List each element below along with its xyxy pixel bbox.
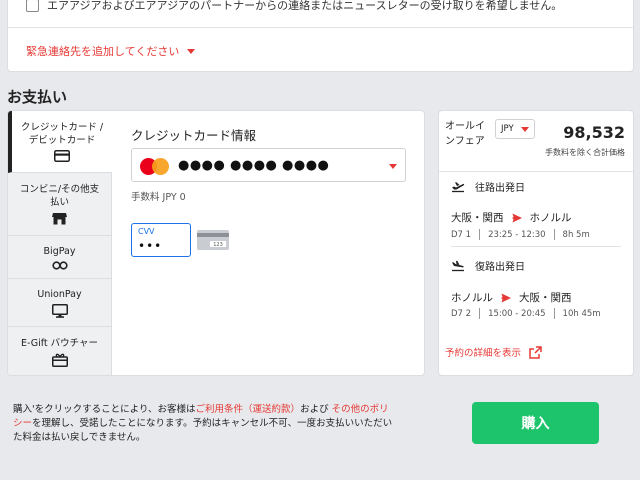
mastercard-icon bbox=[140, 158, 170, 175]
return-route: ホノルル 大阪・関西 bbox=[451, 290, 572, 305]
total-price-note: 手数料を除く合計価格 bbox=[545, 148, 625, 157]
tab-label: UnionPay bbox=[37, 288, 82, 300]
payment-section-title: お支払い bbox=[7, 88, 68, 106]
return-label: 復路出発日 bbox=[475, 262, 525, 273]
terms-prefix: 購入'をクリックすることにより、お客様は bbox=[13, 404, 196, 415]
flight-duration: 10h 45m bbox=[562, 308, 601, 319]
masked-card-number: ●●●● ●●●● ●●●● bbox=[178, 158, 330, 173]
divider bbox=[8, 27, 633, 28]
divider bbox=[439, 171, 633, 172]
currency-value: JPY bbox=[501, 124, 514, 134]
plane-icon bbox=[501, 293, 511, 302]
tab-label: E-Gift バウチャー bbox=[20, 338, 99, 349]
tab-credit-card[interactable]: クレジットカード / デビットカード bbox=[8, 111, 112, 173]
tab-bigpay[interactable]: BigPay bbox=[8, 236, 112, 279]
chevron-down-icon bbox=[389, 164, 397, 169]
details-link-label: 予約の詳細を表示 bbox=[445, 348, 522, 359]
flight-number: D7 2 bbox=[451, 308, 472, 319]
cvv-value: ••• bbox=[138, 239, 163, 253]
cvv-hint-card-icon: 123 bbox=[197, 230, 229, 250]
payment-method-tabs: クレジットカード / デビットカード コンビニ/その他支払い BigPay Un… bbox=[8, 111, 112, 375]
credit-card-info-title: クレジットカード情報 bbox=[131, 128, 257, 143]
destination: ホノルル bbox=[529, 212, 572, 224]
divider bbox=[451, 246, 621, 247]
emergency-contact-label: 緊急連絡先を追加してください bbox=[26, 45, 180, 58]
chevron-down-icon bbox=[521, 127, 529, 132]
monitor-icon bbox=[51, 303, 68, 318]
destination: 大阪・関西 bbox=[519, 292, 572, 304]
outbound-heading: 往路出発日 bbox=[451, 179, 525, 194]
newsletter-label: エアアジアおよびエアアジアのパートナーからの連絡またはニュースレターの受け取りを… bbox=[47, 0, 563, 12]
total-price: 98,532 bbox=[563, 123, 625, 142]
card-fee: 手数料 JPY 0 bbox=[131, 192, 186, 203]
terms-notice: 購入'をクリックすることにより、お客様はご利用条件（運送約款）および その他のポ… bbox=[13, 403, 393, 445]
newsletter-opt-out-row[interactable]: エアアジアおよびエアアジアのパートナーからの連絡またはニュースレターの受け取りを… bbox=[26, 0, 562, 13]
contact-card: エアアジアおよびエアアジアのパートナーからの連絡またはニュースレターの受け取りを… bbox=[7, 0, 634, 72]
flight-duration: 8h 5m bbox=[562, 229, 590, 240]
buy-button[interactable]: 購入 bbox=[472, 402, 599, 444]
saved-card-select[interactable]: ●●●● ●●●● ●●●● bbox=[131, 148, 406, 182]
currency-select[interactable]: JPY bbox=[495, 119, 535, 139]
terms-mid: および bbox=[300, 404, 329, 415]
tab-unionpay[interactable]: UnionPay bbox=[8, 279, 112, 327]
external-link-icon bbox=[529, 345, 542, 359]
tab-egift-voucher[interactable]: E-Gift バウチャー bbox=[8, 327, 112, 375]
plane-icon bbox=[511, 213, 522, 222]
fare-summary-card: オールインフェア JPY 98,532 手数料を除く合計価格 往路出発日 大阪・… bbox=[438, 110, 634, 376]
view-booking-details-link[interactable]: 予約の詳細を表示 bbox=[445, 345, 542, 359]
bigpay-icon bbox=[51, 260, 68, 270]
departure-plane-icon bbox=[452, 181, 465, 192]
tab-label: クレジットカード / デビットカード bbox=[20, 122, 104, 146]
svg-text:123: 123 bbox=[213, 242, 223, 248]
store-icon bbox=[52, 213, 67, 225]
tab-label: コンビニ/その他支払い bbox=[19, 184, 100, 208]
outbound-route: 大阪・関西 ホノルル bbox=[451, 210, 572, 225]
origin: 大阪・関西 bbox=[451, 212, 504, 224]
credit-card-icon bbox=[54, 150, 70, 162]
flight-time: 15:00 - 20:45 bbox=[488, 308, 546, 319]
flight-time: 23:25 - 12:30 bbox=[488, 229, 546, 240]
gift-icon bbox=[51, 353, 68, 367]
outbound-label: 往路出発日 bbox=[475, 183, 525, 194]
terms-of-carriage-link[interactable]: ご利用条件（運送約款） bbox=[196, 404, 301, 415]
add-emergency-contact-toggle[interactable]: 緊急連絡先を追加してください bbox=[26, 43, 196, 59]
tab-convenience-store[interactable]: コンビニ/その他支払い bbox=[8, 173, 112, 236]
origin: ホノルル bbox=[451, 292, 493, 304]
tab-label: BigPay bbox=[43, 245, 76, 257]
flight-number: D7 1 bbox=[451, 229, 472, 240]
newsletter-checkbox[interactable] bbox=[26, 0, 39, 12]
return-heading: 復路出発日 bbox=[451, 258, 525, 273]
return-meta: D7 2 15:00 - 20:45 10h 45m bbox=[451, 308, 601, 319]
terms-suffix: を理解し、受諾したことになります。予約はキャンセル不可、一度お支払いいただいた料… bbox=[13, 418, 393, 443]
cvv-input[interactable]: CVV ••• bbox=[131, 223, 191, 257]
arrival-plane-icon bbox=[452, 260, 464, 271]
fare-label: オールインフェア bbox=[445, 121, 485, 147]
chevron-down-icon bbox=[187, 48, 196, 54]
cvv-label: CVV bbox=[138, 227, 155, 236]
outbound-meta: D7 1 23:25 - 12:30 8h 5m bbox=[451, 229, 590, 240]
payment-card: クレジットカード / デビットカード コンビニ/その他支払い BigPay Un… bbox=[7, 110, 425, 376]
